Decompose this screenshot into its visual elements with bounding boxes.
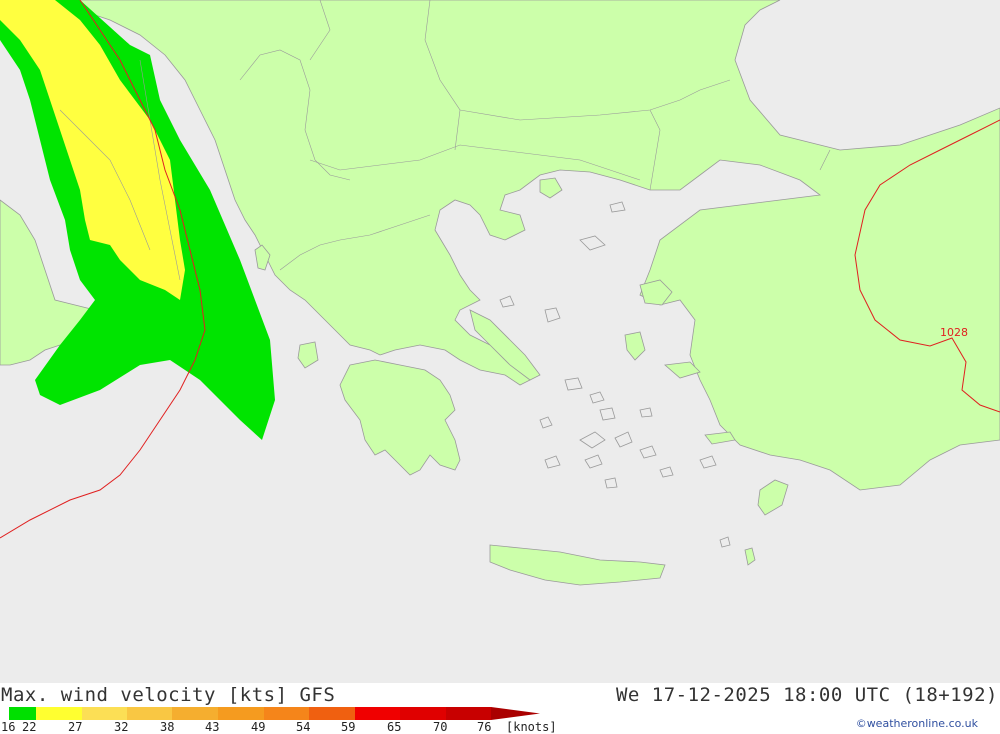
scale-cell xyxy=(36,707,82,720)
wind-speed-color-scale xyxy=(9,707,540,720)
scale-tick: 59 xyxy=(341,720,356,734)
scale-tick: 16 xyxy=(1,720,16,734)
scale-tick: 70 xyxy=(433,720,448,734)
scale-tick: 32 xyxy=(114,720,129,734)
scale-tick: 38 xyxy=(160,720,175,734)
scale-unit-label: [knots] xyxy=(506,720,557,734)
scale-tick: 54 xyxy=(296,720,311,734)
isobar-label: 1028 xyxy=(940,326,968,339)
scale-cell xyxy=(127,707,172,720)
scale-cell xyxy=(400,707,446,720)
scale-cell xyxy=(355,707,400,720)
scale-tick-labels: [knots] 16 22 27 32 38 43 49 54 59 65 70 76 xyxy=(0,720,600,734)
forecast-datetime: We 17-12-2025 18:00 UTC (18+192) xyxy=(615,684,998,706)
scale-tick: 49 xyxy=(251,720,266,734)
scale-cell xyxy=(172,707,218,720)
scale-tick: 22 xyxy=(22,720,37,734)
scale-tick: 65 xyxy=(387,720,402,734)
scale-cell xyxy=(82,707,127,720)
scale-tick: 27 xyxy=(68,720,83,734)
title-bar: Max. wind velocity [kts] GFS We 17-12-20… xyxy=(0,684,1000,706)
scale-cell xyxy=(446,707,491,720)
scale-cell xyxy=(264,707,309,720)
scale-cell xyxy=(9,707,36,720)
weather-map: 1028 xyxy=(0,0,1000,683)
scale-arrow xyxy=(491,707,540,720)
scale-cell xyxy=(309,707,355,720)
scale-tick: 43 xyxy=(205,720,220,734)
credit-link[interactable]: ©weatheronline.co.uk xyxy=(856,717,978,730)
scale-cell xyxy=(218,707,264,720)
map-title: Max. wind velocity [kts] GFS xyxy=(1,684,336,706)
scale-tick: 76 xyxy=(477,720,492,734)
